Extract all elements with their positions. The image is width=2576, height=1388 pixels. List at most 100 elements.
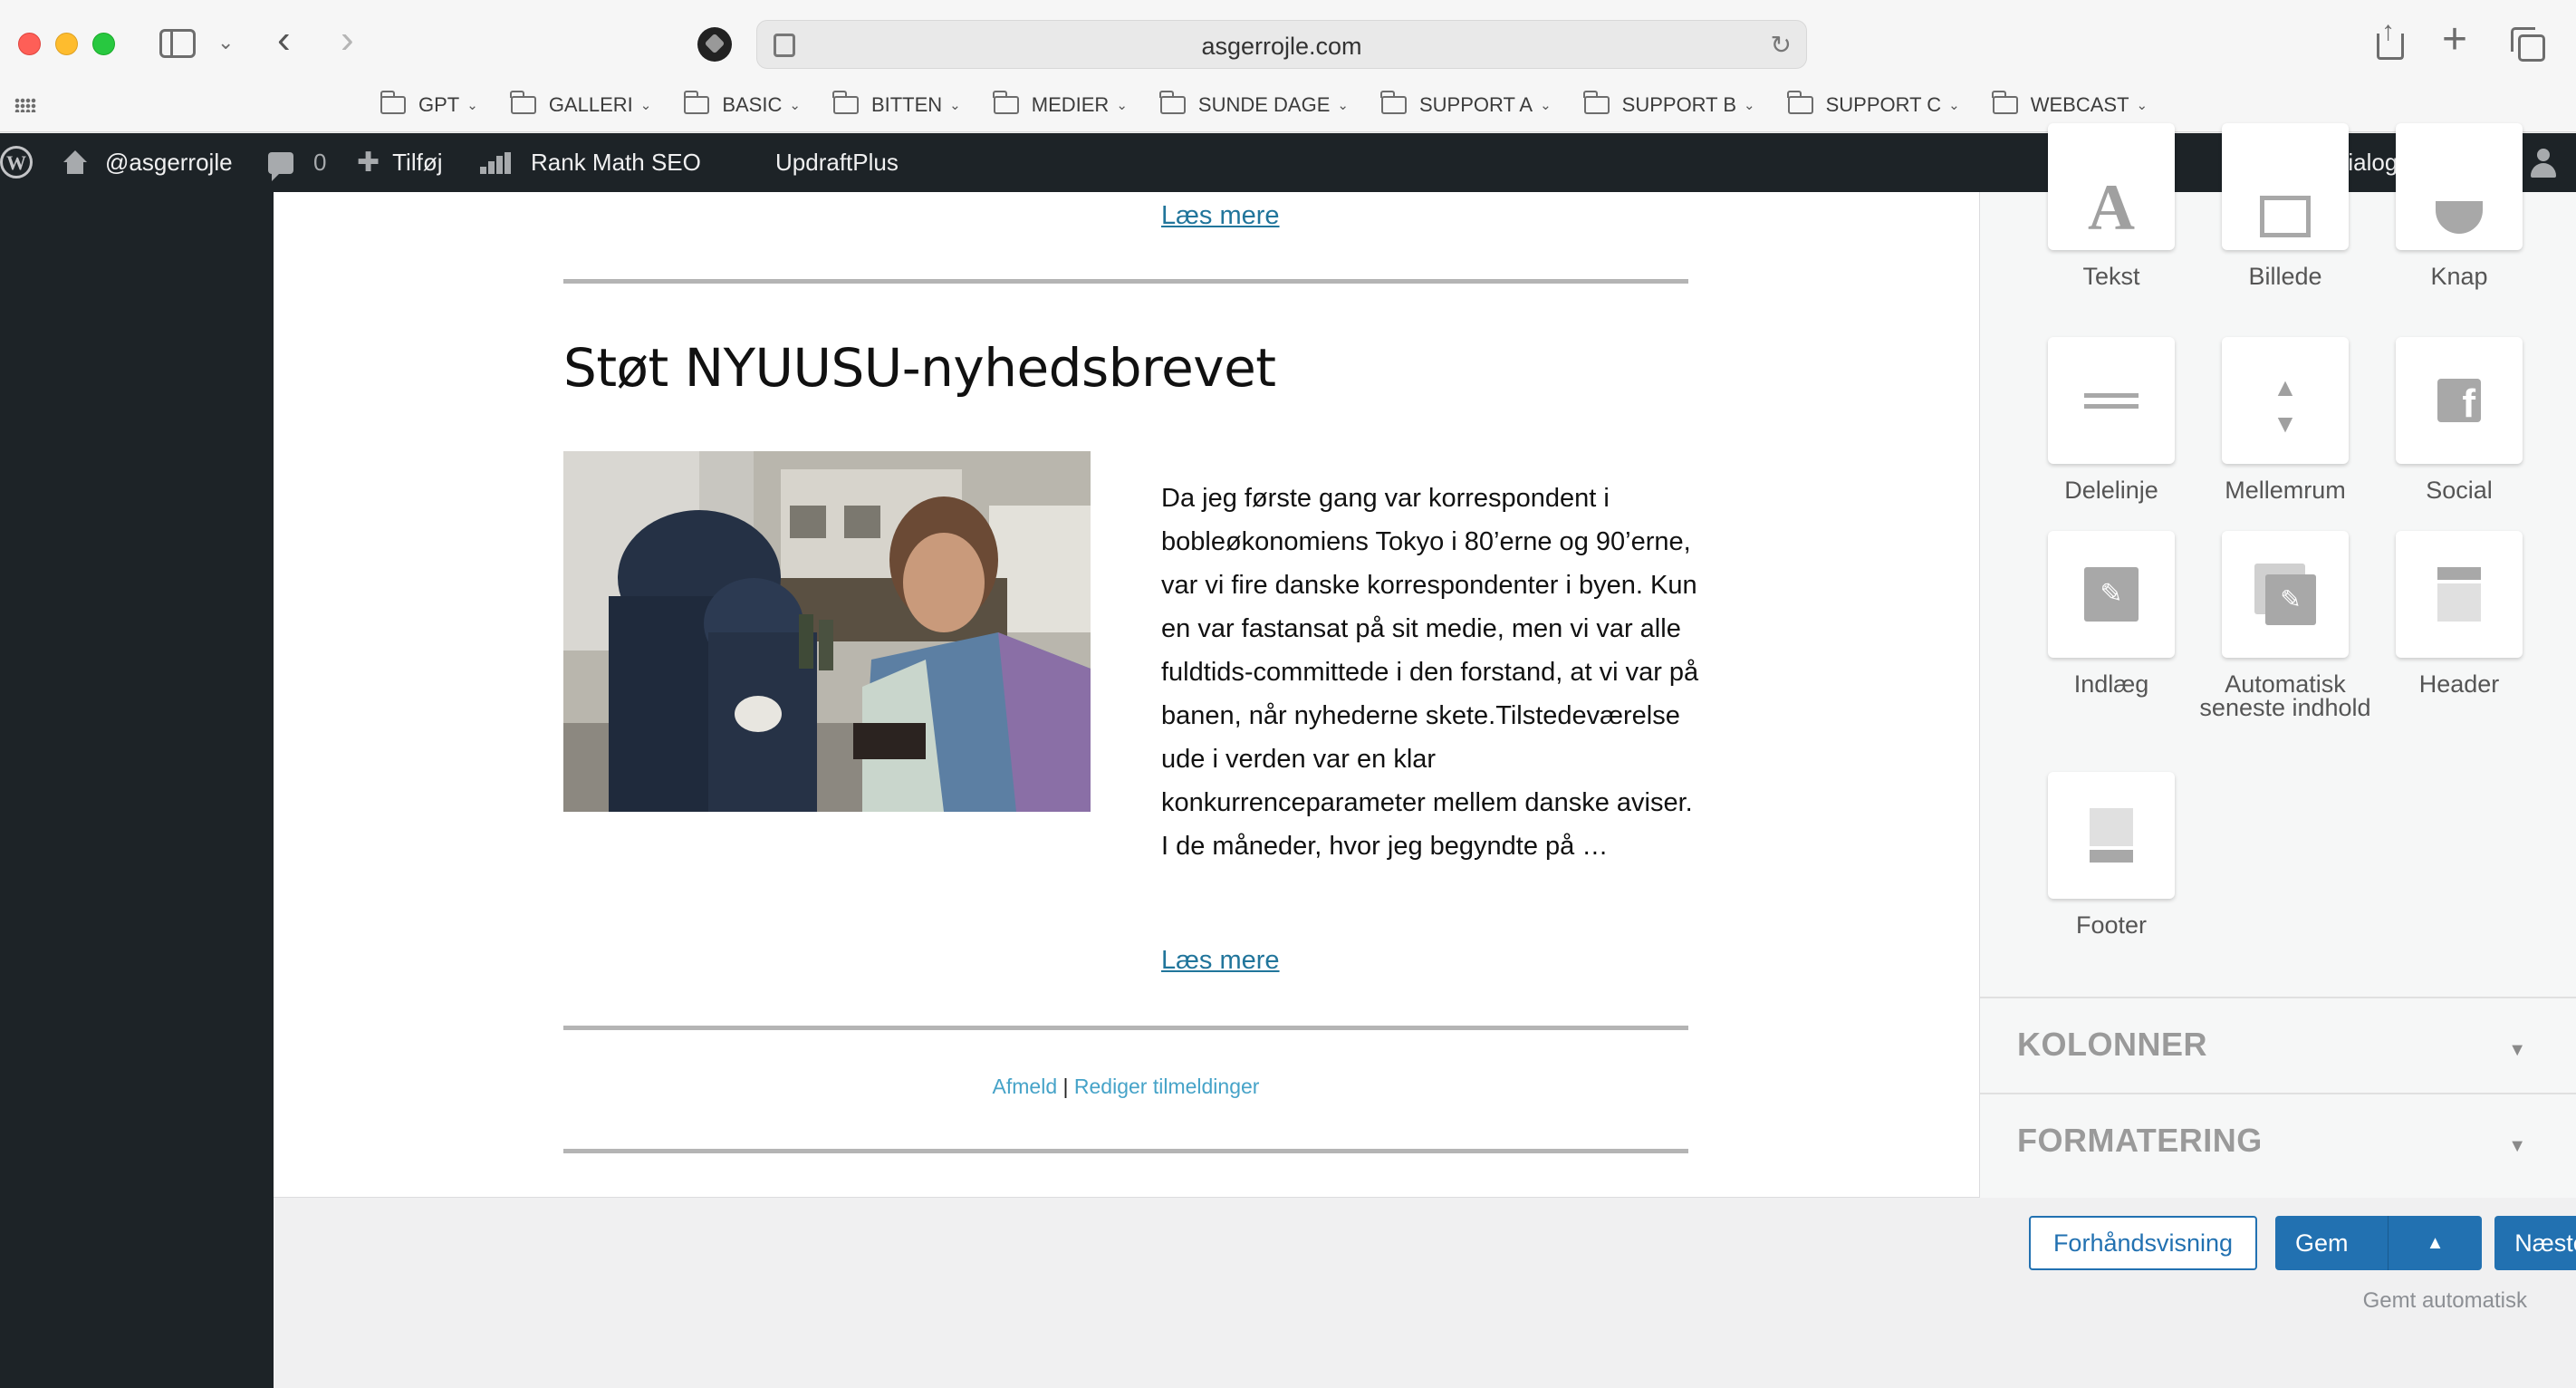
bookmark-folder[interactable]: GALLERI ⌄ [510,89,652,121]
block-label: Automatisk seneste indhold [2199,670,2371,721]
block-image[interactable]: Billede [2199,123,2371,290]
bookmark-folder[interactable]: MEDIER ⌄ [993,89,1128,121]
chevron-down-icon: ⌄ [1540,98,1552,113]
section-columns[interactable]: KOLONNER ▼ [1980,997,2576,1093]
chevron-down-icon: ⌄ [466,98,478,113]
close-window-button[interactable] [18,33,41,55]
block-social[interactable]: f Social [2373,337,2545,504]
minimize-window-button[interactable] [55,33,78,55]
url-text: asgerrojle.com [1201,33,1362,60]
folder-icon [683,91,710,114]
block-label: Knap [2430,263,2488,290]
bookmark-folder[interactable]: SUPPORT A ⌄ [1380,89,1552,121]
folder-icon [1380,91,1407,114]
bookmark-folder[interactable]: BITTEN ⌄ [832,89,961,121]
sidebar-toggle-icon[interactable] [159,29,196,58]
bookmark-folder[interactable]: SUPPORT B ⌄ [1583,89,1755,121]
add-new-label: Tilføj [392,149,443,176]
block-label: Header [2418,670,2500,698]
footer-separator: | [1062,1075,1069,1098]
block-header[interactable]: Header [2373,531,2545,698]
forward-arrow-icon[interactable]: › [341,20,354,60]
read-more-link[interactable]: Læs mere [1161,201,1280,231]
chevron-down-icon: ⌄ [2136,98,2148,113]
save-button[interactable]: Gem [2275,1216,2388,1270]
chevron-down-icon: ⌄ [1948,98,1960,113]
caret-down-icon: ▼ [2508,1136,2526,1156]
admin-bar-rank-math[interactable]: Rank Math SEO [480,133,701,192]
site-name: @asgerrojle [105,149,233,176]
unsubscribe-link[interactable]: Afmeld [993,1075,1058,1098]
block-divider[interactable]: Delelinje [2025,337,2197,504]
chevron-down-icon: ⌄ [789,98,801,113]
email-footer-links: Afmeld | Rediger tilmeldinger [563,1075,1688,1099]
browser-chrome: ⌄ ‹ › asgerrojle.com ↻ + GPT ⌄ GALLERI ⌄ B… [0,0,2576,132]
block-label: Indlæg [2073,670,2149,698]
chevron-down-icon: ⌄ [1744,98,1755,113]
bookmark-folder[interactable]: BASIC ⌄ [683,89,801,121]
footer-icon [2090,850,2133,863]
bookmark-label: BASIC [722,93,783,116]
article-title: Støt NYUUSU-nyhedsbrevet [563,337,1276,399]
bookmark-folder[interactable]: SUNDE DAGE ⌄ [1159,89,1349,121]
zoom-window-button[interactable] [92,33,115,55]
folder-icon [1992,91,2018,114]
bookmark-folder[interactable]: GPT ⌄ [380,89,478,121]
block-spacer[interactable]: ▲ ▼ Mellemrum [2199,337,2371,504]
folder-icon [380,91,406,114]
bookmark-folder[interactable]: SUPPORT C ⌄ [1787,89,1960,121]
divider [563,1149,1688,1153]
bookmark-label: SUPPORT C [1825,93,1942,116]
block-label: Delelinje [2064,477,2158,504]
rank-math-icon [480,151,513,174]
block-text[interactable]: A Tekst [2025,123,2197,289]
site-favicon-icon [697,27,732,62]
share-icon[interactable] [2377,16,2404,60]
article-photo [563,451,1091,812]
tab-overview-icon[interactable] [2511,27,2545,62]
reload-icon[interactable]: ↻ [1771,30,1792,60]
text-icon: A [2088,171,2135,244]
bookmarks-bar: GPT ⌄ GALLERI ⌄ BASIC ⌄ BITTEN ⌄ MEDIER ⌄ SUN… [380,89,2180,121]
back-arrow-icon[interactable]: ‹ [277,20,291,60]
admin-bar-add-new[interactable]: ✚ Tilføj [357,133,443,192]
block-footer[interactable]: Footer [2025,772,2197,938]
next-button[interactable]: Næste [2494,1216,2576,1270]
wordpress-logo-icon[interactable] [0,146,33,178]
spacer-icon: ▲ ▼ [2273,373,2298,438]
image-icon [2260,196,2311,237]
new-tab-icon[interactable]: + [2442,18,2467,62]
bookmark-label: MEDIER [1031,93,1110,116]
chevron-down-icon: ⌄ [639,98,652,113]
bookmark-label: WEBCAST [2030,93,2129,116]
preview-button[interactable]: Forhåndsvisning [2029,1216,2257,1270]
address-bar[interactable]: asgerrojle.com ↻ [756,20,1807,69]
folder-icon [510,91,536,114]
autosave-status: Gemt automatisk [2362,1288,2527,1313]
block-label: Mellemrum [2225,477,2346,504]
bookmark-label: SUPPORT A [1418,93,1533,116]
admin-menu [0,192,274,1388]
home-icon [62,149,89,176]
block-label: Social [2426,477,2493,504]
bookmark-folder[interactable]: WEBCAST ⌄ [1992,89,2148,121]
admin-bar-comments[interactable]: 0 [268,133,326,192]
chevron-down-icon[interactable]: ⌄ [217,31,234,54]
manage-subscriptions-link[interactable]: Rediger tilmeldinger [1074,1075,1260,1098]
block-label: Billede [2248,263,2322,290]
block-button[interactable]: Knap [2373,123,2545,290]
block-posts[interactable]: ✎ Indlæg [2025,531,2197,698]
apps-grid-icon[interactable] [14,98,36,112]
article-excerpt: Da jeg første gang var korrespondent i b… [1161,484,1699,861]
auto-posts-icon: ✎ [2265,574,2316,625]
article-image[interactable] [563,451,1091,812]
save-options-button[interactable]: ▲ [2388,1216,2482,1270]
header-icon [2437,567,2481,580]
section-formatting[interactable]: FORMATERING ▼ [1980,1093,2576,1189]
facebook-icon: f [2437,379,2481,426]
admin-bar-site[interactable]: @asgerrojle [62,133,233,192]
admin-bar-updraftplus[interactable]: UpdraftPlus [775,133,899,192]
folder-icon [832,91,859,114]
block-automatic-latest-content[interactable]: ✎ Automatisk seneste indhold [2199,531,2371,721]
read-more-link[interactable]: Læs mere [1161,946,1280,976]
